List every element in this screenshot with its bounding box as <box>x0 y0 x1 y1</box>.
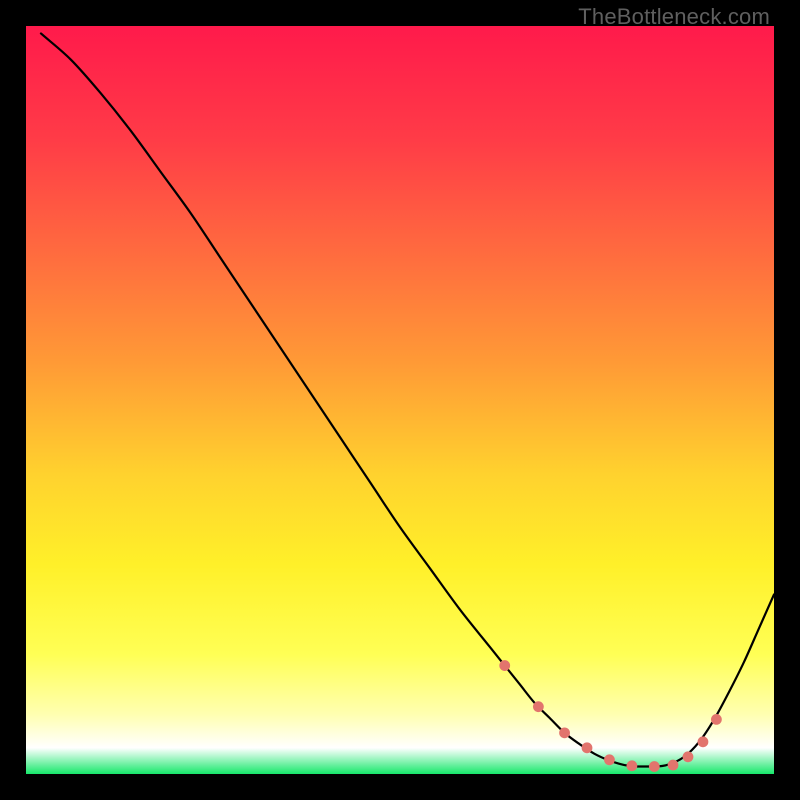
marker-dot <box>711 714 722 725</box>
marker-dot <box>499 660 510 671</box>
marker-dot <box>559 727 570 738</box>
marker-dot <box>626 760 637 771</box>
marker-dot <box>668 760 679 771</box>
marker-dot <box>582 742 593 753</box>
chart-frame <box>26 26 774 774</box>
marker-dot <box>604 754 615 765</box>
watermark-text: TheBottleneck.com <box>578 4 770 30</box>
marker-dot <box>698 736 709 747</box>
marker-dot <box>533 701 544 712</box>
marker-dot <box>649 761 660 772</box>
bottleneck-chart <box>26 26 774 774</box>
marker-dot <box>683 751 694 762</box>
chart-gradient-background <box>26 26 774 774</box>
